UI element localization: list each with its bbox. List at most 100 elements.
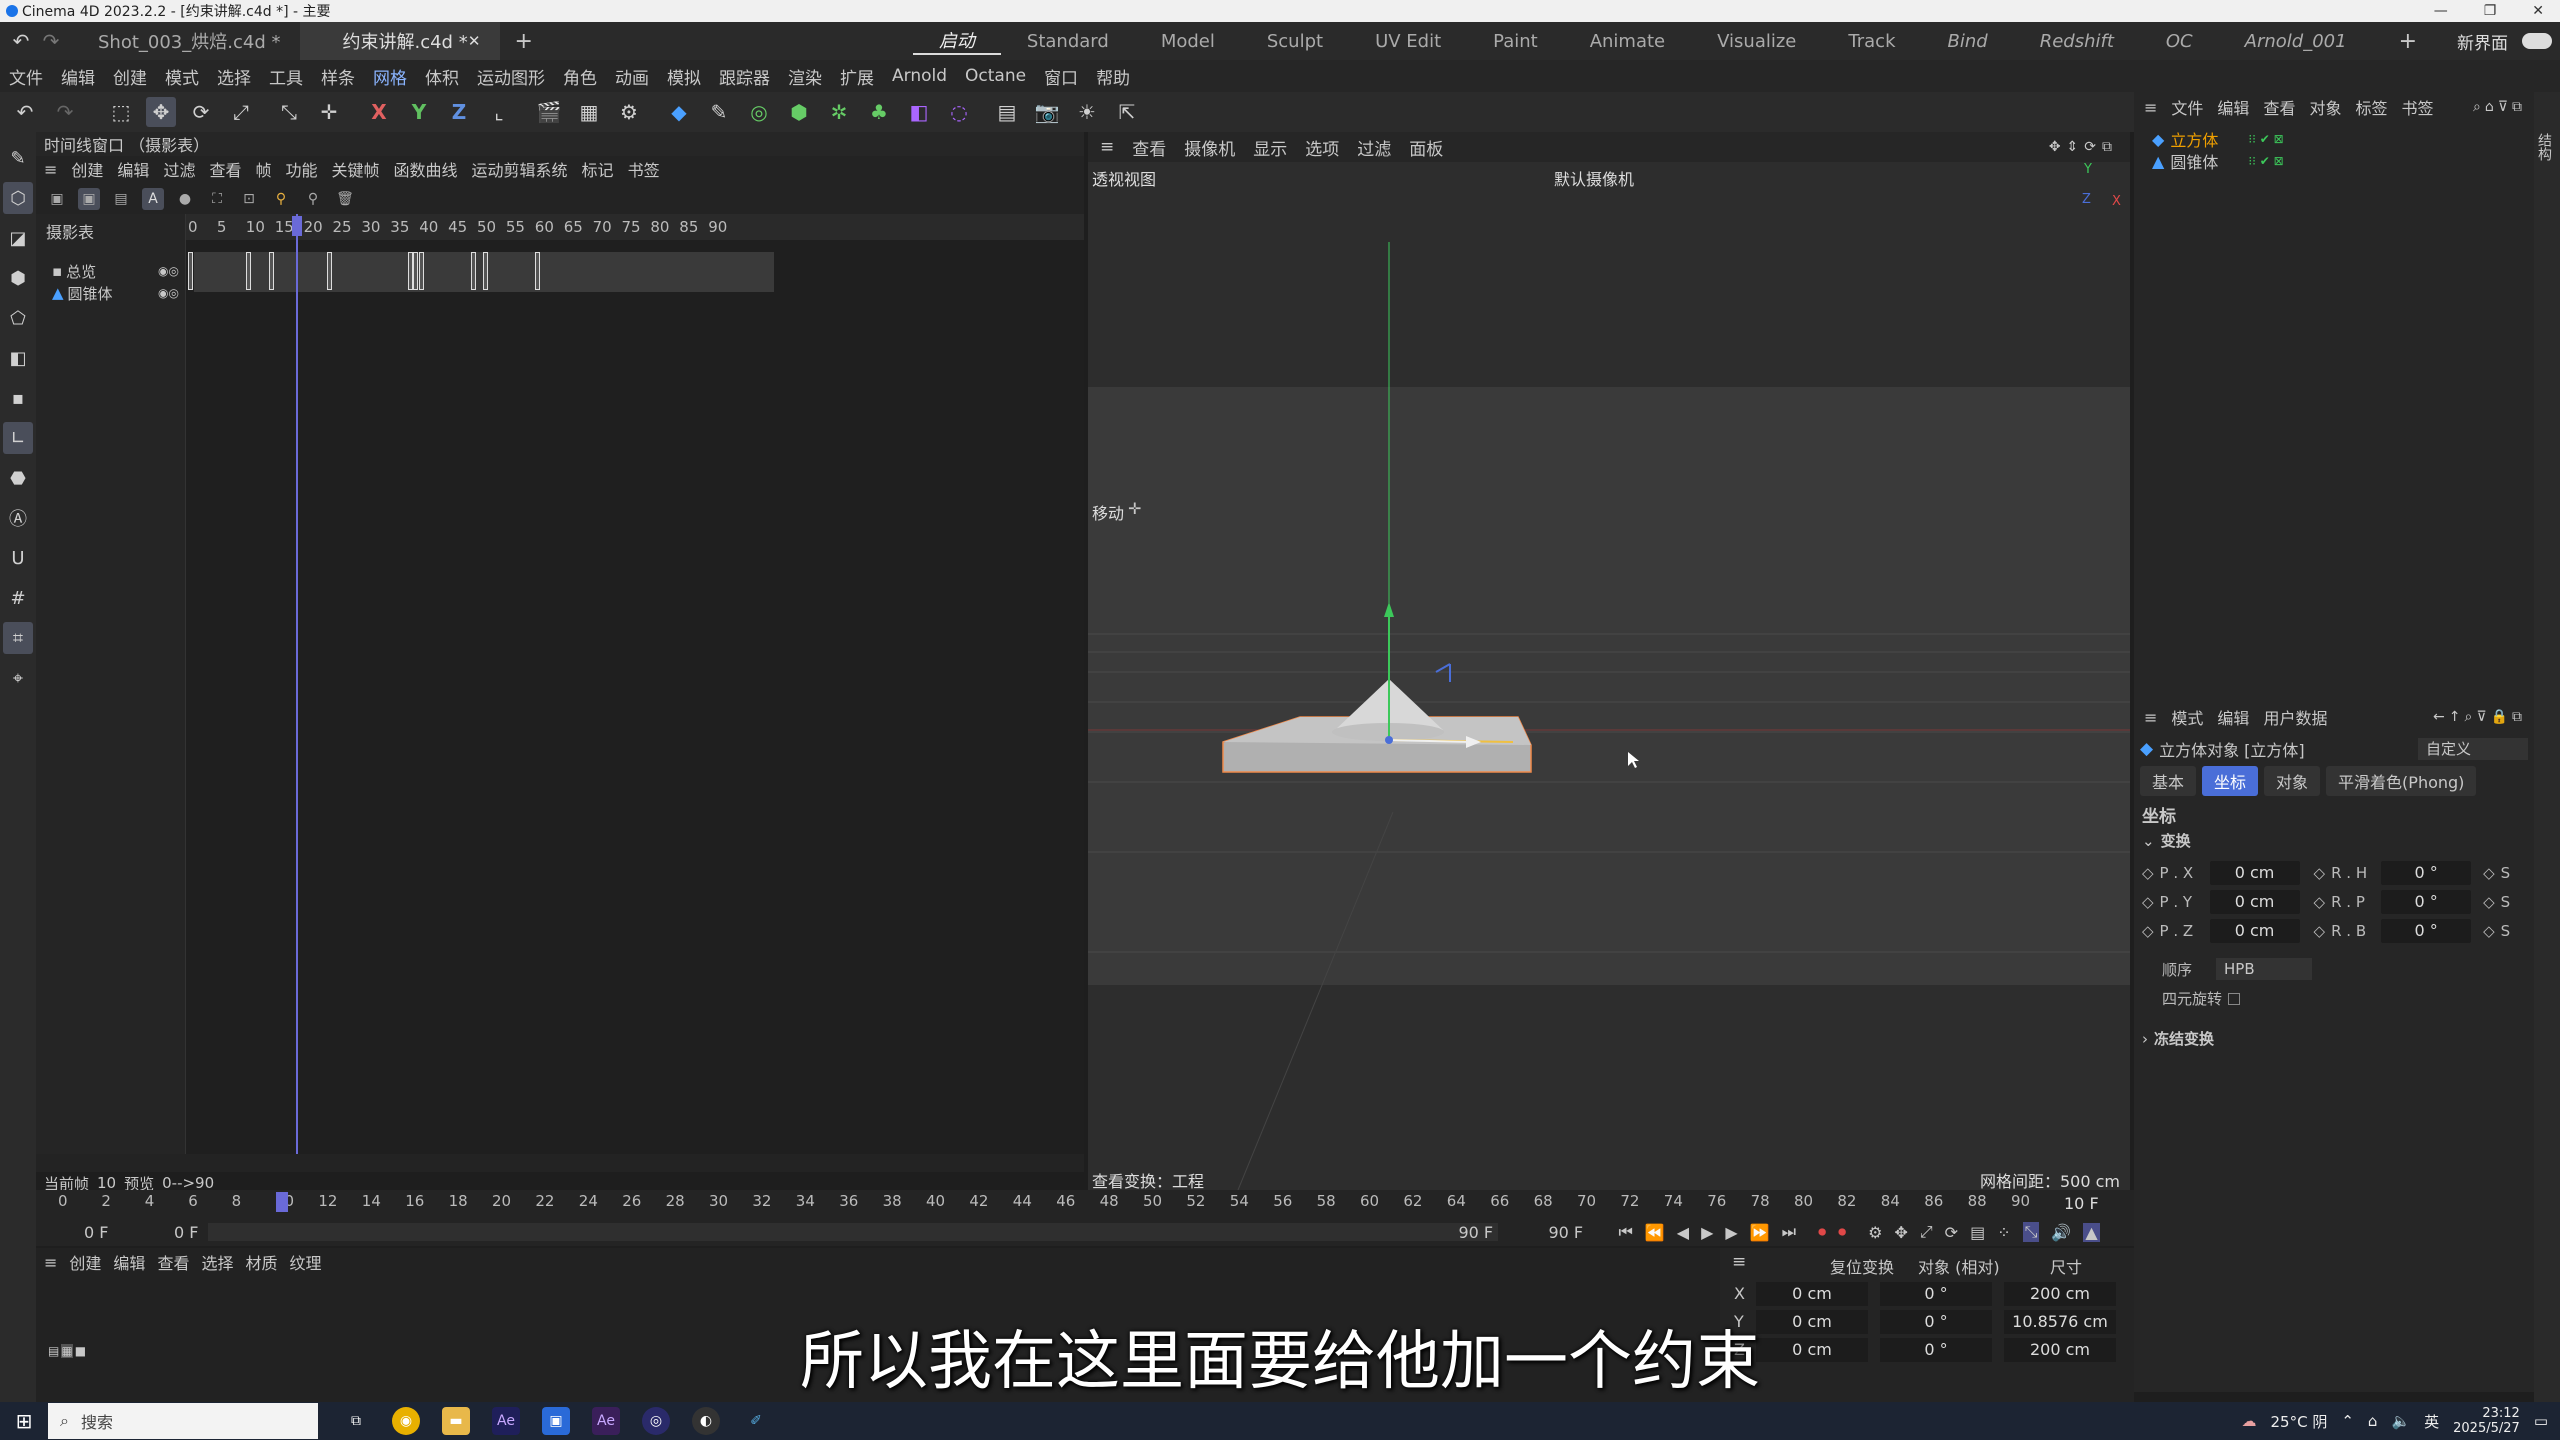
layout-tab[interactable]: Animate [1564, 31, 1691, 52]
add-layout-button[interactable]: + [2399, 29, 2417, 54]
prev-frame-icon[interactable]: ◀ [1677, 1223, 1689, 1242]
am-menu-item[interactable]: 编辑 [2217, 705, 2249, 729]
magnet-icon[interactable]: U [3, 542, 33, 574]
timeline-menu-item[interactable]: 标记 [582, 157, 614, 181]
goto-end-icon[interactable]: ⏭ [1782, 1222, 1796, 1242]
viewport-menu-item[interactable]: 摄像机 [1184, 135, 1235, 160]
timeline-menu-item[interactable]: 书签 [628, 157, 660, 181]
render-picture-viewer-icon[interactable]: ▦ [574, 97, 604, 127]
add-tab-button[interactable]: + [514, 29, 532, 54]
close-tab-icon[interactable]: ✕ [468, 32, 481, 50]
timeline-menu-item[interactable]: 创建 [71, 157, 103, 181]
track-overview[interactable]: ▪ 总览 ◉◎ [36, 260, 185, 282]
keyframe-dot-icon[interactable]: ◇ [2483, 893, 2495, 911]
size-mode-dropdown[interactable]: 尺寸 [2050, 1254, 2120, 1278]
text-mode-icon[interactable]: Ⓐ [3, 502, 33, 534]
record-mode-icon[interactable]: ● [174, 188, 196, 210]
viewport-nav-icons[interactable]: ✥⇕⟳⧉ [2049, 139, 2118, 155]
x-axis-lock[interactable]: X [364, 97, 394, 127]
material-menu-item[interactable]: 查看 [157, 1250, 189, 1274]
am-nav-icons[interactable]: ←↑⌕⊽🔒⧉ [2433, 709, 2526, 725]
timeline-menu-item[interactable]: 帧 [255, 157, 271, 181]
dopesheet-mode-icon[interactable]: ▣ [78, 188, 100, 210]
menu-item[interactable]: 扩展 [831, 64, 883, 89]
am-menu-item[interactable]: 模式 [2171, 705, 2203, 729]
hamburger-icon[interactable]: ≡ [44, 1253, 57, 1272]
layout-tab[interactable]: Bind [1922, 31, 2014, 52]
frame-ruler[interactable]: 0246810121416182022242628303234363840424… [36, 1190, 2134, 1216]
hamburger-icon[interactable]: ≡ [44, 160, 57, 179]
keyframe-marker[interactable] [268, 252, 274, 290]
dopesheet-area[interactable]: 0 5 10 15 20 25 30 35 40 45 50 55 60 65 70 75 80 85 90 [186, 214, 1084, 1154]
snap-icon[interactable]: ⌗ [3, 622, 33, 654]
layout-tab[interactable]: UV Edit [1349, 31, 1467, 52]
floor-grid-icon[interactable]: ▤ [992, 97, 1022, 127]
attribute-tab[interactable]: 平滑着色(Phong) [2326, 766, 2477, 796]
om-tool-icons[interactable]: ⌕⌂⊽⧉ [2473, 99, 2526, 115]
ime-indicator[interactable]: 英 [2424, 1411, 2439, 1432]
render-view-icon[interactable]: 🎬 [534, 97, 564, 127]
menu-item[interactable]: 角色 [554, 64, 606, 89]
tray-chevron-icon[interactable]: ⌃ [2341, 1412, 2354, 1430]
live-select-icon[interactable]: ⬚ [106, 97, 136, 127]
viewport-menu-item[interactable]: 面板 [1409, 135, 1443, 160]
preview-start-field[interactable]: 0 F [174, 1223, 198, 1242]
viewport-menu-item[interactable]: 查看 [1132, 135, 1166, 160]
timeline-menu-item[interactable]: 查看 [209, 157, 241, 181]
menu-item[interactable]: 样条 [312, 64, 364, 89]
rot-h-field[interactable]: 0 ° [2381, 860, 2472, 885]
edit-pen-icon[interactable]: ✎ [3, 142, 33, 174]
hamburger-icon[interactable]: ≡ [2144, 98, 2157, 117]
menu-item[interactable]: 文件 [0, 64, 52, 89]
generator-icon[interactable]: ⬢ [784, 97, 814, 127]
layout-tab[interactable]: Sculpt [1241, 31, 1349, 52]
layout-tab[interactable]: Redshift [2014, 31, 2140, 52]
autokey-icon[interactable]: ⏺ [1838, 1222, 1846, 1242]
subsection-freeze[interactable]: › 冻结变换 [2142, 1028, 2214, 1049]
y-axis-lock[interactable]: Y [404, 97, 434, 127]
menu-item[interactable]: 窗口 [1035, 64, 1087, 89]
delete-key-icon[interactable]: 🗑 [334, 188, 356, 210]
attribute-tab[interactable]: 基本 [2140, 766, 2197, 796]
media-encoder-icon[interactable]: Ae [592, 1407, 620, 1435]
layout-tab[interactable]: 启动 [912, 27, 1001, 55]
right-panel-tab[interactable]: 结构 [2534, 133, 2554, 161]
volume-icon[interactable]: 🔈 [2391, 1412, 2410, 1430]
camera-name[interactable]: 默认摄像机 [1554, 166, 1634, 190]
cube-object-icon[interactable]: ◆ [664, 97, 694, 127]
scale-key-icon[interactable]: ⤢ [1920, 1222, 1933, 1242]
deformer-icon[interactable]: ◧ [904, 97, 934, 127]
timebar-playhead[interactable] [276, 1192, 288, 1212]
coord-pos-x[interactable]: 0 cm [1756, 1282, 1868, 1306]
keyframe-settings-icon[interactable]: ⚙ [1868, 1223, 1882, 1242]
visibility-icon[interactable]: ◉◎ [158, 264, 179, 278]
material-menu-item[interactable]: 选择 [201, 1250, 233, 1274]
layout-tab[interactable]: Paint [1467, 31, 1564, 52]
menu-item[interactable]: 帮助 [1087, 64, 1139, 89]
end-frame-field[interactable]: 90 F [1548, 1223, 1608, 1242]
keyframe-marker[interactable] [326, 252, 332, 290]
rot-p-field[interactable]: 0 ° [2381, 889, 2472, 914]
keyframe-marker[interactable] [245, 252, 251, 290]
next-frame-icon[interactable]: ▶ [1725, 1223, 1737, 1242]
goto-start-icon[interactable]: ⏮ [1618, 1222, 1632, 1242]
viewport-menu-item[interactable]: 显示 [1253, 135, 1287, 160]
menu-item[interactable]: 创建 [104, 64, 156, 89]
keyframe-dot-icon[interactable]: ◇ [2142, 893, 2154, 911]
after-effects-icon[interactable]: Ae [492, 1407, 520, 1435]
layout-tab[interactable]: Track [1822, 31, 1921, 52]
menu-item[interactable]: 渲染 [779, 64, 831, 89]
keyframe-dot-icon[interactable]: ◇ [2483, 922, 2495, 940]
menu-item[interactable]: 跟踪器 [710, 64, 779, 89]
prev-key-icon[interactable]: ⏪ [1645, 1223, 1665, 1242]
om-menu-item[interactable]: 查看 [2263, 95, 2295, 119]
preset-dropdown[interactable]: 自定义 [2418, 738, 2528, 760]
app-icon[interactable]: ✐ [742, 1407, 770, 1435]
cinema4d-icon[interactable]: ◎ [642, 1407, 670, 1435]
keyframe-marker[interactable] [188, 252, 193, 290]
subsection-transform[interactable]: ⌄ 变换 [2142, 830, 2191, 851]
object-flags-icon[interactable]: ⁝⁝ ✔ ⊠ [2248, 154, 2283, 168]
frame-all-icon[interactable]: ⛶ [206, 188, 228, 210]
pos-y-field[interactable]: 0 cm [2209, 889, 2300, 914]
z-axis-lock[interactable]: Z [444, 97, 474, 127]
